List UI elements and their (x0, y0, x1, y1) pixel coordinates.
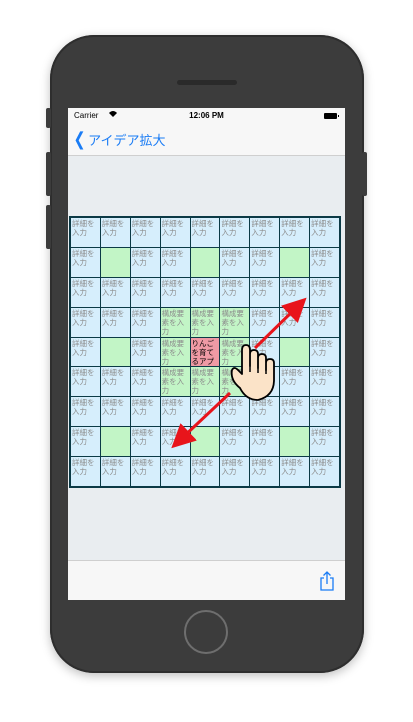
detail-cell[interactable]: 詳細を入力 (71, 218, 100, 247)
volume-up-button (46, 152, 51, 196)
detail-cell[interactable]: 詳細を入力 (160, 218, 190, 247)
detail-cell[interactable]: 詳細を入力 (250, 307, 280, 337)
detail-cell[interactable]: 詳細を入力 (71, 397, 100, 427)
detail-cell[interactable]: 詳細を入力 (71, 427, 100, 457)
element-cell[interactable]: 構成要素を入力 (220, 337, 250, 367)
bottom-toolbar (68, 560, 345, 600)
detail-cell[interactable]: 詳細を入力 (310, 427, 339, 457)
clock-time: 12:06 PM (189, 111, 224, 120)
detail-cell[interactable]: 詳細を入力 (71, 457, 100, 486)
detail-cell[interactable]: 詳細を入力 (71, 337, 100, 367)
detail-cell[interactable]: 詳細を入力 (310, 218, 339, 247)
detail-cell[interactable]: 詳細を入力 (190, 457, 220, 486)
detail-cell[interactable]: 詳細を入力 (280, 277, 310, 307)
element-cell[interactable]: 構成要素を入力 (160, 367, 190, 397)
detail-cell[interactable]: 詳細を入力 (100, 457, 130, 486)
detail-cell[interactable]: 詳細を入力 (220, 427, 250, 457)
detail-cell[interactable]: 詳細を入力 (190, 218, 220, 247)
detail-cell[interactable]: 詳細を入力 (130, 367, 160, 397)
detail-cell[interactable]: 詳細を入力 (250, 337, 280, 367)
detail-cell[interactable]: 詳細を入力 (250, 397, 280, 427)
detail-cell[interactable]: 詳細を入力 (220, 457, 250, 486)
detail-cell[interactable]: 詳細を入力 (310, 277, 339, 307)
power-button (362, 152, 367, 196)
element-cell[interactable]: 構成要素を入力 (220, 367, 250, 397)
detail-cell[interactable]: 詳細を入力 (130, 307, 160, 337)
element-cell-empty[interactable] (280, 337, 310, 367)
detail-cell[interactable]: 詳細を入力 (160, 247, 190, 277)
status-bar: Carrier 12:06 PM (68, 108, 345, 125)
element-cell[interactable]: 構成要素を入力 (190, 307, 220, 337)
element-cell[interactable]: 構成要素を入力 (190, 367, 220, 397)
detail-cell[interactable]: 詳細を入力 (100, 307, 130, 337)
detail-cell[interactable]: 詳細を入力 (190, 277, 220, 307)
detail-cell[interactable]: 詳細を入力 (220, 218, 250, 247)
element-cell-empty[interactable] (100, 247, 130, 277)
detail-cell[interactable]: 詳細を入力 (280, 457, 310, 486)
element-cell-empty[interactable] (100, 427, 130, 457)
element-cell[interactable]: 構成要素を入力 (160, 307, 190, 337)
detail-cell[interactable]: 詳細を入力 (130, 337, 160, 367)
detail-cell[interactable]: 詳細を入力 (100, 277, 130, 307)
back-button-label: アイデア拡大 (88, 134, 166, 149)
detail-cell[interactable]: 詳細を入力 (71, 247, 100, 277)
detail-cell[interactable]: 詳細を入力 (250, 218, 280, 247)
detail-cell[interactable]: 詳細を入力 (310, 337, 339, 367)
detail-cell[interactable]: 詳細を入力 (160, 277, 190, 307)
detail-cell[interactable]: 詳細を入力 (130, 218, 160, 247)
chevron-left-icon: ❮ (73, 128, 86, 150)
detail-cell[interactable]: 詳細を入力 (280, 367, 310, 397)
detail-cell[interactable]: 詳細を入力 (280, 397, 310, 427)
detail-cell[interactable]: 詳細を入力 (130, 427, 160, 457)
detail-cell[interactable]: 詳細を入力 (250, 427, 280, 457)
element-cell-empty[interactable] (280, 427, 310, 457)
detail-cell[interactable]: 詳細を入力 (71, 277, 100, 307)
detail-cell[interactable]: 詳細を入力 (310, 367, 339, 397)
detail-cell[interactable]: 詳細を入力 (71, 307, 100, 337)
back-button[interactable]: ❮ アイデア拡大 (72, 128, 166, 150)
detail-cell[interactable]: 詳細を入力 (130, 457, 160, 486)
detail-cell[interactable]: 詳細を入力 (160, 427, 190, 457)
detail-cell[interactable]: 詳細を入力 (100, 397, 130, 427)
detail-cell[interactable]: 詳細を入力 (220, 397, 250, 427)
detail-cell[interactable]: 詳細を入力 (250, 367, 280, 397)
battery-icon (324, 113, 339, 119)
element-cell[interactable]: 構成要素を入力 (220, 307, 250, 337)
detail-cell[interactable]: 詳細を入力 (310, 397, 339, 427)
detail-cell[interactable]: 詳細を入力 (160, 397, 190, 427)
element-cell-empty[interactable] (280, 247, 310, 277)
element-cell-empty[interactable] (190, 427, 220, 457)
detail-cell[interactable]: 詳細を入力 (250, 457, 280, 486)
detail-cell[interactable]: 詳細を入力 (130, 277, 160, 307)
app-screen: Carrier 12:06 PM ❮ アイデア拡大 詳細を入力 詳細を入力 詳細を入… (68, 108, 345, 600)
detail-cell[interactable]: 詳細を入力 (220, 247, 250, 277)
detail-cell[interactable]: 詳細を入力 (100, 218, 130, 247)
element-cell-empty[interactable] (190, 247, 220, 277)
speaker-grille (177, 80, 237, 85)
detail-cell[interactable]: 詳細を入力 (190, 397, 220, 427)
detail-cell[interactable]: 詳細を入力 (250, 247, 280, 277)
element-cell-empty[interactable] (100, 337, 130, 367)
center-theme-cell[interactable]: りんごを育てるアプリ (190, 337, 220, 367)
detail-cell[interactable]: 詳細を入力 (71, 367, 100, 397)
detail-cell[interactable]: 詳細を入力 (220, 277, 250, 307)
share-icon[interactable] (319, 571, 335, 591)
home-button[interactable] (184, 610, 228, 654)
detail-cell[interactable]: 詳細を入力 (250, 277, 280, 307)
navigation-bar: ❮ アイデア拡大 (68, 125, 345, 156)
detail-cell[interactable]: 詳細を入力 (160, 457, 190, 486)
element-cell[interactable]: 構成要素を入力 (160, 337, 190, 367)
detail-cell[interactable]: 詳細を入力 (310, 307, 339, 337)
detail-cell[interactable]: 詳細を入力 (130, 397, 160, 427)
detail-cell[interactable]: 詳細を入力 (280, 307, 310, 337)
detail-cell[interactable]: 詳細を入力 (280, 218, 310, 247)
mute-switch (46, 108, 51, 128)
detail-cell[interactable]: 詳細を入力 (310, 247, 339, 277)
detail-cell[interactable]: 詳細を入力 (130, 247, 160, 277)
detail-cell[interactable]: 詳細を入力 (310, 457, 339, 486)
mandala-grid: 詳細を入力 詳細を入力 詳細を入力 詳細を入力 詳細を入力 詳細を入力 詳細を入力 詳細を入力… (69, 216, 341, 488)
volume-down-button (46, 205, 51, 249)
detail-cell[interactable]: 詳細を入力 (100, 367, 130, 397)
